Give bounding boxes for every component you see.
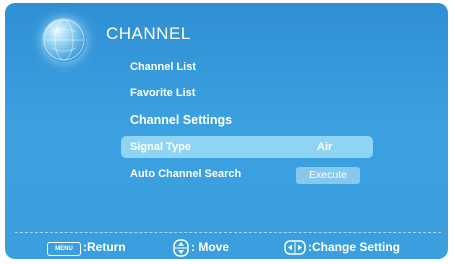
up-down-icon (173, 239, 189, 257)
setting-value-signal-type: Air (317, 141, 333, 153)
footer-divider (15, 232, 441, 233)
menu-key-icon: MENU (47, 242, 81, 256)
menu-item-channel-list[interactable]: Channel List (130, 61, 196, 73)
menu-item-favorite-list[interactable]: Favorite List (130, 87, 195, 99)
execute-button[interactable]: Execute (296, 167, 360, 184)
setting-label-signal-type: Signal Type (130, 141, 191, 153)
section-heading-channel-settings: Channel Settings (130, 113, 233, 127)
setting-row-signal-type[interactable]: Signal Type Air (121, 136, 373, 158)
footer-return-label: :Return (83, 240, 126, 254)
left-right-icon (284, 240, 306, 255)
menu-title: CHANNEL (106, 24, 191, 43)
channel-menu-screen: CHANNEL Channel List Favorite List Chann… (5, 3, 448, 259)
footer-change-setting-label: :Change Setting (308, 240, 400, 254)
setting-label-auto-channel-search: Auto Channel Search (130, 168, 242, 180)
footer-move-label: : Move (191, 240, 230, 254)
globe-icon (42, 18, 86, 62)
